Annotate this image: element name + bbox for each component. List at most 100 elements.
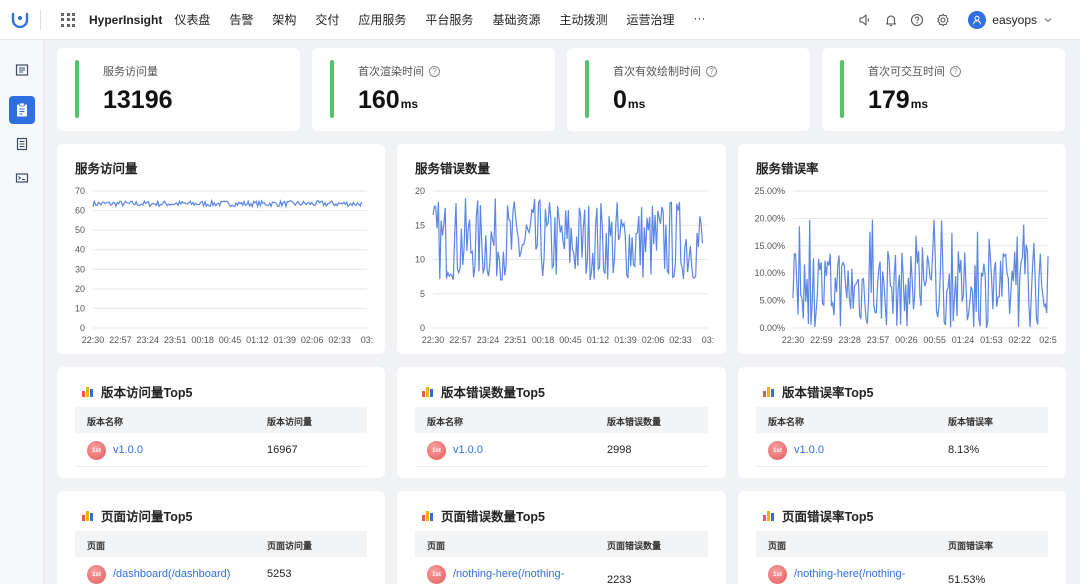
metric-number: 160 (358, 86, 400, 114)
brand-name[interactable]: HyperInsight (89, 13, 162, 27)
apps-grid-icon[interactable] (61, 12, 75, 27)
column-header: 页面访问量 (267, 541, 313, 551)
rank-badge-icon: 1st (427, 441, 446, 460)
table-row: 1st/dashboard(/dashboard) 5253 (75, 557, 367, 584)
rank-badge-icon: 1st (768, 565, 787, 584)
sidebar-document-icon (16, 137, 28, 151)
nav-item-platform-services[interactable]: 平台服务 (425, 11, 473, 28)
table-link[interactable]: /nothing-here(/nothing- (794, 568, 905, 580)
column-header: 版本错误数量 (607, 417, 662, 427)
user-name: easyops (992, 13, 1037, 27)
table-row: 1st v1.0.0 8.13% (756, 433, 1048, 467)
table-header: 页面 页面错误数量 (415, 531, 708, 557)
metric-card-visits: 服务访问量 13196 (57, 48, 300, 131)
table-value: 8.13% (948, 444, 980, 456)
metric-label-text: 首次可交互时间 (868, 66, 945, 78)
table-title-text: 版本访问量Top5 (101, 386, 193, 400)
table-link[interactable]: v1.0.0 (113, 444, 143, 456)
metric-number: 0 (613, 86, 627, 114)
nav-item-dashboard[interactable]: 仪表盘 (174, 11, 210, 28)
x-tick-label: 03: (702, 335, 715, 345)
help-icon[interactable] (904, 0, 930, 40)
sidebar-item-terminal[interactable] (9, 164, 35, 192)
sidebar-item-report[interactable] (9, 96, 35, 124)
metric-card-first-paint: 首次渲染时间? 160 ms (312, 48, 555, 131)
x-tick-label: 23:24 (137, 335, 160, 345)
help-circle-icon[interactable]: ? (706, 65, 717, 77)
x-tick-label: 22:57 (449, 335, 472, 345)
nav-item-active-probe[interactable]: 主动拨测 (559, 11, 607, 28)
settings-icon[interactable] (930, 0, 956, 40)
column-header: 页面 (427, 541, 446, 551)
column-header: 页面错误率 (948, 541, 994, 551)
app-logo-icon[interactable] (0, 0, 40, 40)
rank-badge-icon: 1st (87, 565, 106, 584)
table-link[interactable]: /nothing-here(/nothing- (453, 568, 564, 580)
sidebar-list-icon (15, 64, 29, 76)
chart-card-error-rate: 服务错误率 25.00% 20.00% 15.00% 10.00% 5.00% 0.00%… (738, 144, 1066, 354)
help-circle-icon[interactable]: ? (429, 65, 440, 77)
nav-more[interactable]: ··· (693, 11, 705, 28)
x-tick-label: 23:24 (477, 335, 500, 345)
table-link[interactable]: v1.0.0 (794, 444, 824, 456)
column-header: 页面错误数量 (607, 541, 662, 551)
y-tick-label: 20 (75, 284, 85, 294)
errors-line-chart[interactable]: 20 15 10 5 0 22:30 22:57 23:24 23:51 00:18 00:45 01… (397, 144, 726, 354)
table-title: 版本错误数量Top5 (421, 382, 545, 401)
x-tick-label: 00:45 (219, 335, 242, 345)
nav-item-infrastructure[interactable]: 基础资源 (492, 11, 540, 28)
column-header: 版本错误率 (948, 417, 994, 427)
x-tick-label: 00:26 (895, 335, 918, 345)
table-row: 1st/nothing-here(/nothing- 51.53% (756, 557, 1048, 584)
metric-card-time-to-interactive: 首次可交互时间? 179 ms (822, 48, 1065, 131)
help-circle-icon[interactable]: ? (950, 65, 961, 77)
table-link[interactable]: v1.0.0 (453, 444, 483, 456)
sidebar-item-documents[interactable] (9, 130, 35, 158)
chart-card-visits: 服务访问量 70 60 50 40 30 20 10 0 22:30 22:57 23:24 23:5… (57, 144, 385, 354)
x-tick-label: 00:18 (191, 335, 214, 345)
x-tick-label: 22:30 (422, 335, 445, 345)
chevron-down-icon (1044, 18, 1052, 23)
metric-label-text: 首次有效绘制时间 (613, 66, 701, 78)
visits-line-chart[interactable]: 70 60 50 40 30 20 10 0 22:30 22:57 23:24 23:51 00:18… (57, 144, 385, 354)
table-title: 页面访问量Top5 (81, 506, 192, 525)
table-title: 版本错误率Top5 (762, 382, 873, 401)
metric-indicator (585, 60, 589, 118)
series-line (92, 198, 363, 209)
top-navbar: HyperInsight 仪表盘 告警 架构 交付 应用服务 平台服务 基础资源… (0, 0, 1080, 40)
main-nav: 仪表盘 告警 架构 交付 应用服务 平台服务 基础资源 主动拨测 运营治理 ··… (174, 11, 724, 28)
table-value: 51.53% (948, 574, 986, 584)
table-value: 16967 (267, 444, 298, 456)
table-value: 5253 (267, 568, 292, 580)
x-tick-label: 23:28 (838, 335, 861, 345)
bell-icon[interactable] (878, 0, 904, 40)
table-value: 2998 (607, 444, 632, 456)
error-rate-line-chart[interactable]: 25.00% 20.00% 15.00% 10.00% 5.00% 0.00% 22:30 2… (738, 144, 1066, 354)
nav-item-delivery[interactable]: 交付 (315, 11, 339, 28)
sidebar-item-overview[interactable] (9, 56, 35, 84)
x-tick-label: 23:57 (867, 335, 890, 345)
table-row: 1st v1.0.0 2998 (415, 433, 708, 467)
table-value: 2233 (607, 574, 632, 584)
y-tick-label: 15.00% (754, 241, 785, 251)
nav-item-operations[interactable]: 运营治理 (626, 11, 674, 28)
metric-value: 179 ms (868, 86, 928, 115)
table-link[interactable]: /dashboard(/dashboard) (113, 568, 230, 580)
user-menu[interactable]: easyops (968, 11, 1054, 29)
nav-item-app-services[interactable]: 应用服务 (358, 11, 406, 28)
x-tick-label: 22:59 (810, 335, 833, 345)
metric-value: 160 ms (358, 86, 418, 115)
table-header: 版本名称 版本访问量 (75, 407, 367, 433)
metric-unit: ms (910, 97, 929, 111)
x-tick-label: 01:39 (274, 335, 297, 345)
sidebar (0, 40, 44, 584)
y-tick-label: 25.00% (754, 186, 785, 196)
table-title: 页面错误数量Top5 (421, 506, 545, 525)
nav-item-alerts[interactable]: 告警 (229, 11, 253, 28)
chart-bar-icon (422, 386, 433, 397)
speaker-icon[interactable] (852, 0, 878, 40)
y-tick-label: 5 (420, 289, 425, 299)
nav-item-architecture[interactable]: 架构 (272, 11, 296, 28)
y-tick-label: 10 (415, 255, 425, 265)
sidebar-terminal-icon (15, 173, 29, 183)
